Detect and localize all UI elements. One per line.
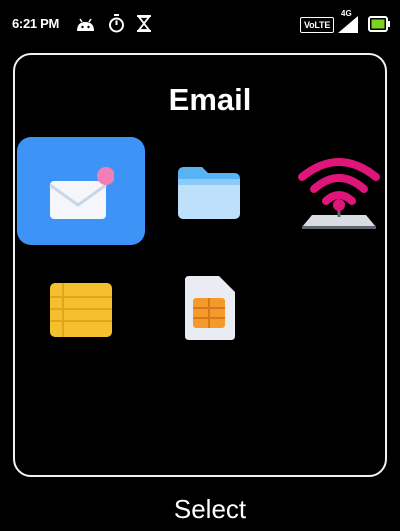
softkey-select[interactable]: Select	[0, 494, 400, 525]
page-title: Email	[168, 82, 252, 117]
status-time: 6:21 PM	[12, 16, 60, 31]
folder-icon	[178, 167, 240, 219]
wifi-hotspot-icon	[298, 158, 380, 229]
app-tile-sim[interactable]	[145, 256, 273, 364]
status-bar: 6:21 PM VoLTE 4G	[0, 0, 400, 44]
volte-icon: VoLTE	[300, 17, 335, 33]
android-debug-icon	[77, 18, 94, 31]
hourglass-icon	[137, 15, 151, 32]
sim-card-icon	[185, 276, 235, 340]
signal-icon	[338, 16, 358, 33]
email-app-icon	[49, 167, 114, 219]
app-tile-files[interactable]	[145, 137, 273, 245]
notes-icon	[50, 283, 112, 337]
timer-icon	[109, 14, 124, 33]
app-tile-notes[interactable]	[17, 256, 145, 364]
battery-icon	[368, 16, 390, 32]
app-tile-email[interactable]	[17, 137, 145, 245]
app-tile-hotspot[interactable]	[273, 137, 400, 245]
